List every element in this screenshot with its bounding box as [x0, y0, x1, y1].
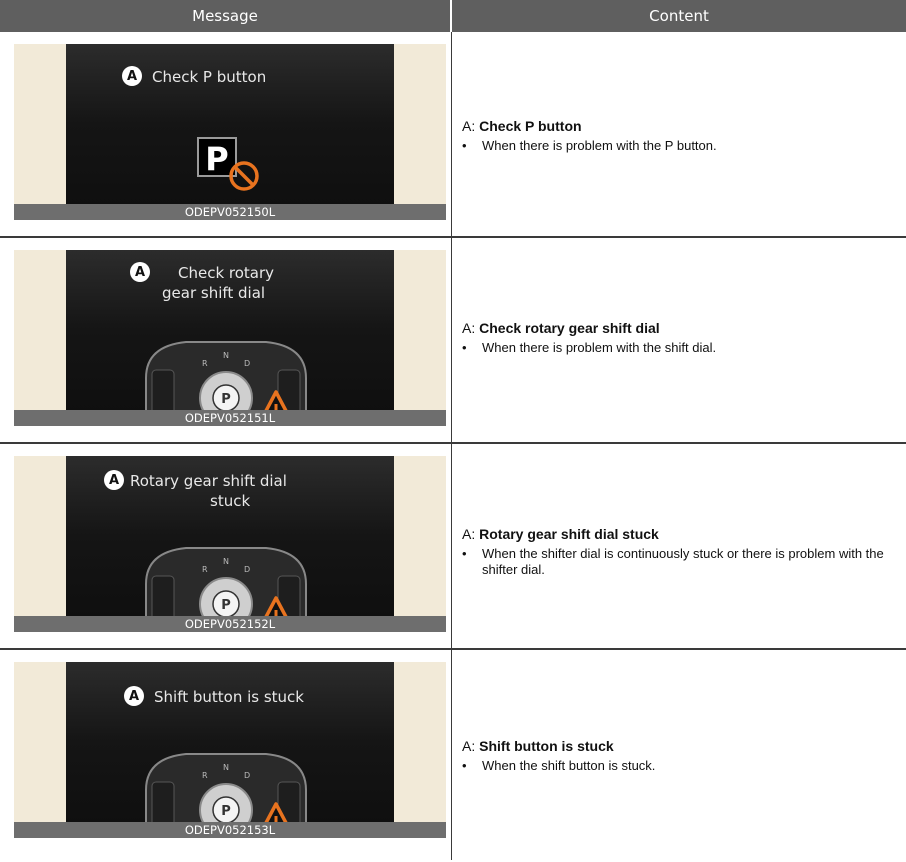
- table-header: Message Content: [0, 0, 906, 32]
- cluster-message: Check P button: [152, 68, 267, 86]
- message-cell: A Check P button P ODEPV052150L: [0, 32, 452, 236]
- dial-p: P: [221, 804, 231, 819]
- p-letter: P: [205, 140, 228, 178]
- dial-n: N: [223, 557, 229, 566]
- image-code-caption: ODEPV052150L: [14, 204, 446, 220]
- dial-p: P: [221, 392, 231, 407]
- cluster-illustration: A Check P button P ODEPV052150L: [14, 44, 446, 220]
- header-content: Content: [452, 0, 906, 32]
- content-bullet: • When the shift button is stuck.: [462, 758, 892, 774]
- p-button-fault-icon: P: [197, 137, 259, 191]
- bullet-dot: •: [462, 340, 467, 355]
- cluster-screen: A Rotary gear shift dial stuck R N D P: [66, 456, 394, 632]
- content-label: A:: [462, 738, 476, 754]
- content-label: A:: [462, 320, 476, 336]
- bullet-dot: •: [462, 546, 467, 561]
- table-row: A Check P button P ODEPV052150L A: Check…: [0, 32, 906, 238]
- cluster-message-line2: gear shift dial: [162, 284, 266, 302]
- image-code-caption: ODEPV052152L: [14, 616, 446, 632]
- warning-message-table: Message Content A Check P button P ODEPV…: [0, 0, 906, 860]
- callout-a-badge: A: [124, 686, 144, 706]
- dial-n: N: [223, 763, 229, 772]
- dial-r: R: [202, 771, 208, 780]
- dial-n: N: [223, 351, 229, 360]
- content-title-text: Shift button is stuck: [479, 738, 614, 754]
- content-title: A: Shift button is stuck: [462, 738, 614, 754]
- cluster-illustration: A Check rotary gear shift dial R N D P O…: [14, 250, 446, 426]
- dial-d: D: [244, 771, 250, 780]
- cluster-message-line2: stuck: [210, 492, 251, 510]
- cluster-screen: A Check rotary gear shift dial R N D P: [66, 250, 394, 426]
- table-row: A Check rotary gear shift dial R N D P O…: [0, 238, 906, 444]
- cluster-illustration: A Rotary gear shift dial stuck R N D P O…: [14, 456, 446, 632]
- bullet-dot: •: [462, 138, 467, 153]
- dial-d: D: [244, 359, 250, 368]
- cluster-message: Shift button is stuck: [154, 688, 304, 706]
- content-title: A: Check rotary gear shift dial: [462, 320, 660, 336]
- content-cell: A: Check rotary gear shift dial • When t…: [452, 238, 906, 442]
- content-bullet: • When the shifter dial is continuously …: [462, 546, 892, 578]
- dial-d: D: [244, 565, 250, 574]
- content-cell: A: Check P button • When there is proble…: [452, 32, 906, 236]
- header-message: Message: [0, 0, 452, 32]
- table-row: A Rotary gear shift dial stuck R N D P O…: [0, 444, 906, 650]
- message-cell: A Rotary gear shift dial stuck R N D P O…: [0, 444, 452, 648]
- content-title: A: Rotary gear shift dial stuck: [462, 526, 659, 542]
- content-cell: A: Rotary gear shift dial stuck • When t…: [452, 444, 906, 648]
- image-code-caption: ODEPV052151L: [14, 410, 446, 426]
- content-bullet: • When there is problem with the shift d…: [462, 340, 892, 356]
- bullet-text: When the shift button is stuck.: [482, 758, 656, 773]
- content-title-text: Check rotary gear shift dial: [479, 320, 660, 336]
- callout-a-badge: A: [130, 262, 150, 282]
- image-code-caption: ODEPV052153L: [14, 822, 446, 838]
- bullet-text: When the shifter dial is continuously st…: [482, 546, 884, 577]
- bullet-dot: •: [462, 758, 467, 773]
- dial-r: R: [202, 565, 208, 574]
- message-cell: A Check rotary gear shift dial R N D P O…: [0, 238, 452, 442]
- cluster-screen: A Shift button is stuck R N D P: [66, 662, 394, 838]
- cluster-message-line1: Check rotary: [178, 264, 275, 282]
- bullet-text: When there is problem with the P button.: [482, 138, 717, 153]
- dial-p: P: [221, 598, 231, 613]
- content-label: A:: [462, 526, 476, 542]
- content-label: A:: [462, 118, 476, 134]
- table-row: A Shift button is stuck R N D P ODEPV052…: [0, 650, 906, 860]
- content-title: A: Check P button: [462, 118, 582, 134]
- callout-a-badge: A: [104, 470, 124, 490]
- cluster-screen: A Check P button P: [66, 44, 394, 220]
- dial-r: R: [202, 359, 208, 368]
- message-cell: A Shift button is stuck R N D P ODEPV052…: [0, 650, 452, 860]
- cluster-message-line1: Rotary gear shift dial: [130, 472, 287, 490]
- content-title-text: Rotary gear shift dial stuck: [479, 526, 659, 542]
- cluster-illustration: A Shift button is stuck R N D P ODEPV052…: [14, 662, 446, 838]
- bullet-text: When there is problem with the shift dia…: [482, 340, 717, 355]
- callout-a-badge: A: [122, 66, 142, 86]
- content-cell: A: Shift button is stuck • When the shif…: [452, 650, 906, 860]
- content-title-text: Check P button: [479, 118, 582, 134]
- content-bullet: • When there is problem with the P butto…: [462, 138, 892, 154]
